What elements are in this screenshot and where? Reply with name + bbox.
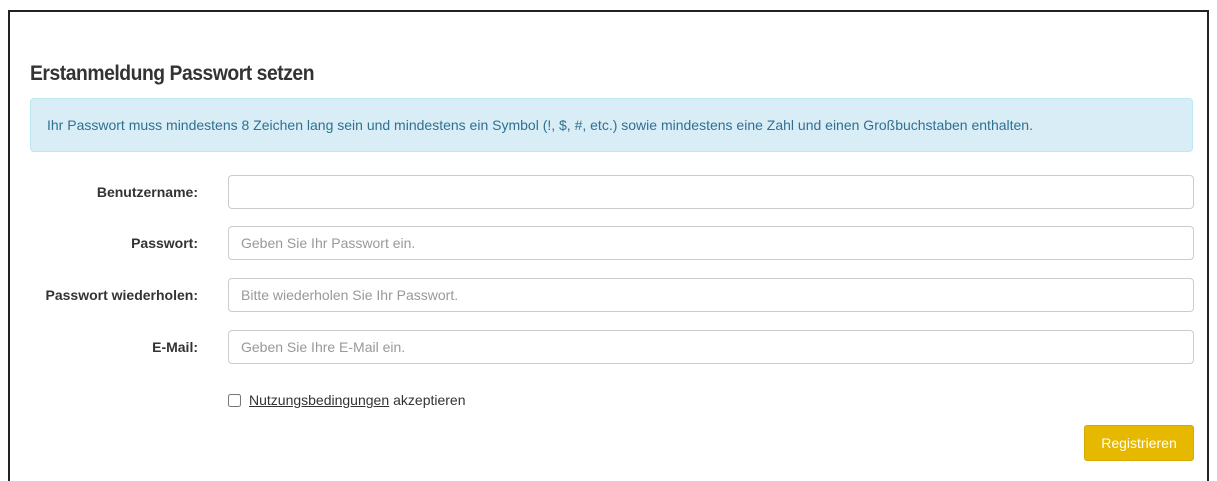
username-row: Benutzername:	[10, 175, 1211, 209]
terms-checkbox[interactable]	[228, 393, 241, 407]
email-input[interactable]	[228, 330, 1194, 364]
password-row: Passwort:	[10, 226, 1211, 260]
page-title: Erstanmeldung Passwort setzen	[30, 62, 315, 85]
email-row: E-Mail:	[10, 330, 1211, 364]
terms-link[interactable]: Nutzungsbedingungen	[249, 392, 389, 408]
password-requirements-alert: Ihr Passwort muss mindestens 8 Zeichen l…	[30, 98, 1193, 152]
password-label: Passwort:	[131, 235, 198, 251]
password-input[interactable]	[228, 226, 1194, 260]
password-repeat-row: Passwort wiederholen:	[10, 278, 1211, 312]
email-label: E-Mail:	[152, 339, 198, 355]
username-input[interactable]	[228, 175, 1194, 209]
username-label: Benutzername:	[96, 184, 198, 200]
terms-row: Nutzungsbedingungen akzeptieren	[228, 390, 466, 410]
page-frame: Erstanmeldung Passwort setzen Ihr Passwo…	[8, 10, 1209, 481]
register-button[interactable]: Registrieren	[1084, 425, 1194, 461]
terms-suffix: akzeptieren	[393, 392, 466, 408]
password-repeat-input[interactable]	[228, 278, 1194, 312]
password-repeat-label: Passwort wiederholen:	[45, 287, 198, 303]
